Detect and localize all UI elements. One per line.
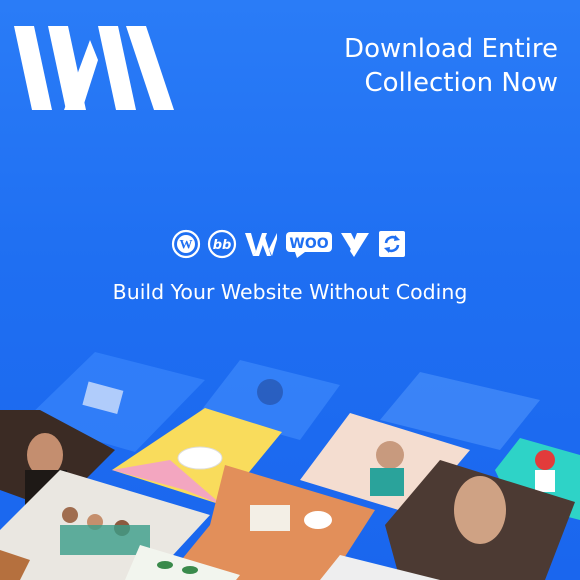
headline-line-2: Collection Now <box>364 68 559 98</box>
wordpress-icon: W <box>171 229 201 259</box>
wpbakery-icon <box>243 229 279 259</box>
updates-icon <box>377 229 407 259</box>
promo-banner[interactable]: Download Entire Collection Now W bb WOO … <box>0 0 580 580</box>
svg-text:bb: bb <box>213 238 232 253</box>
woocommerce-icon: WOO <box>285 229 333 259</box>
brand-logo <box>14 26 174 110</box>
woo-label: WOO <box>289 236 328 252</box>
svg-text:W: W <box>180 237 193 252</box>
platform-icons: W bb WOO <box>171 228 411 260</box>
template-previews-mosaic <box>0 352 580 580</box>
beaver-builder-icon: bb <box>207 229 237 259</box>
headline-line-1: Download Entire <box>344 34 558 64</box>
headline[interactable]: Download Entire Collection Now <box>298 32 558 100</box>
visual-composer-icon <box>339 229 371 259</box>
